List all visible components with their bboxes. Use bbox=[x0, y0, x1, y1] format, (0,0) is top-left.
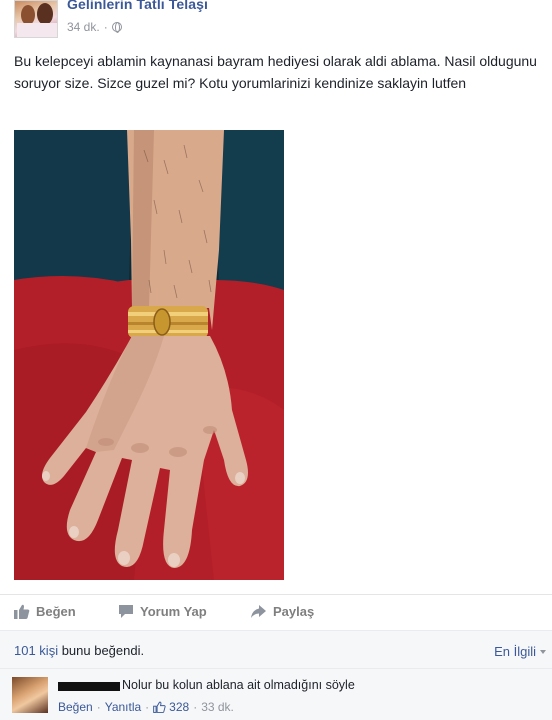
comment-reply-link[interactable]: Yanıtla bbox=[105, 700, 141, 714]
comment-text: Nolur bu kolun ablana ait olmadığını söy… bbox=[122, 678, 355, 692]
likers-link[interactable]: 101 kişi bbox=[14, 643, 58, 658]
comment-like-number: 328 bbox=[169, 700, 190, 714]
like-label: Beğen bbox=[36, 604, 76, 619]
meta-separator: · bbox=[103, 20, 108, 34]
likes-summary: 101 kişi bunu beğendi. En İlgili bbox=[0, 630, 552, 668]
comment-label: Yorum Yap bbox=[140, 604, 207, 619]
comment-meta-separator-2: · bbox=[145, 700, 150, 714]
comment-meta-separator-3: · bbox=[193, 700, 198, 714]
share-label: Paylaş bbox=[273, 604, 315, 619]
comment-item: Nolur bu kolun ablana ait olmadığını söy… bbox=[0, 668, 552, 720]
comment-meta-separator: · bbox=[96, 700, 101, 714]
page-name-link[interactable]: Gelinlerin Tatlı Telaşı bbox=[67, 0, 208, 12]
thumbs-up-icon bbox=[14, 604, 30, 619]
share-arrow-icon bbox=[251, 605, 266, 618]
page-avatar[interactable] bbox=[14, 0, 58, 38]
like-button[interactable]: Beğen bbox=[14, 604, 76, 619]
like-count: 101 kişi bunu beğendi. bbox=[14, 643, 144, 658]
share-button[interactable]: Paylaş bbox=[250, 604, 314, 619]
comment-sort-dropdown[interactable]: En İlgili bbox=[494, 644, 546, 659]
comment-time[interactable]: 33 dk. bbox=[201, 700, 234, 714]
comment-meta: Beğen · Yanıtla · 328 · 33 dk. bbox=[58, 700, 234, 714]
comment-like-link[interactable]: Beğen bbox=[58, 700, 93, 714]
post-text: Bu kelepceyi ablamin kaynanasi bayram he… bbox=[14, 53, 537, 91]
commenter-avatar[interactable] bbox=[12, 677, 48, 713]
sort-label: En İlgili bbox=[494, 644, 536, 659]
redacted-commenter-name bbox=[58, 682, 120, 691]
chevron-down-icon bbox=[540, 649, 546, 654]
comment-button[interactable]: Yorum Yap bbox=[118, 604, 207, 619]
arm-with-gold-bracelet-photo bbox=[14, 130, 284, 580]
post-action-bar: Beğen Yorum Yap Paylaş bbox=[0, 594, 552, 628]
speech-bubble-icon bbox=[119, 605, 133, 618]
thumbs-up-outline-icon bbox=[153, 701, 166, 713]
post-meta: 34 dk. · bbox=[67, 20, 122, 34]
post-header: Gelinlerin Tatlı Telaşı 34 dk. · bbox=[0, 0, 552, 42]
post-time[interactable]: 34 dk. bbox=[67, 20, 100, 34]
globe-icon bbox=[111, 22, 122, 33]
likes-rest-text: bunu beğendi. bbox=[58, 643, 145, 658]
comment-like-count[interactable]: 328 bbox=[153, 700, 189, 714]
post-photo[interactable] bbox=[14, 130, 284, 580]
